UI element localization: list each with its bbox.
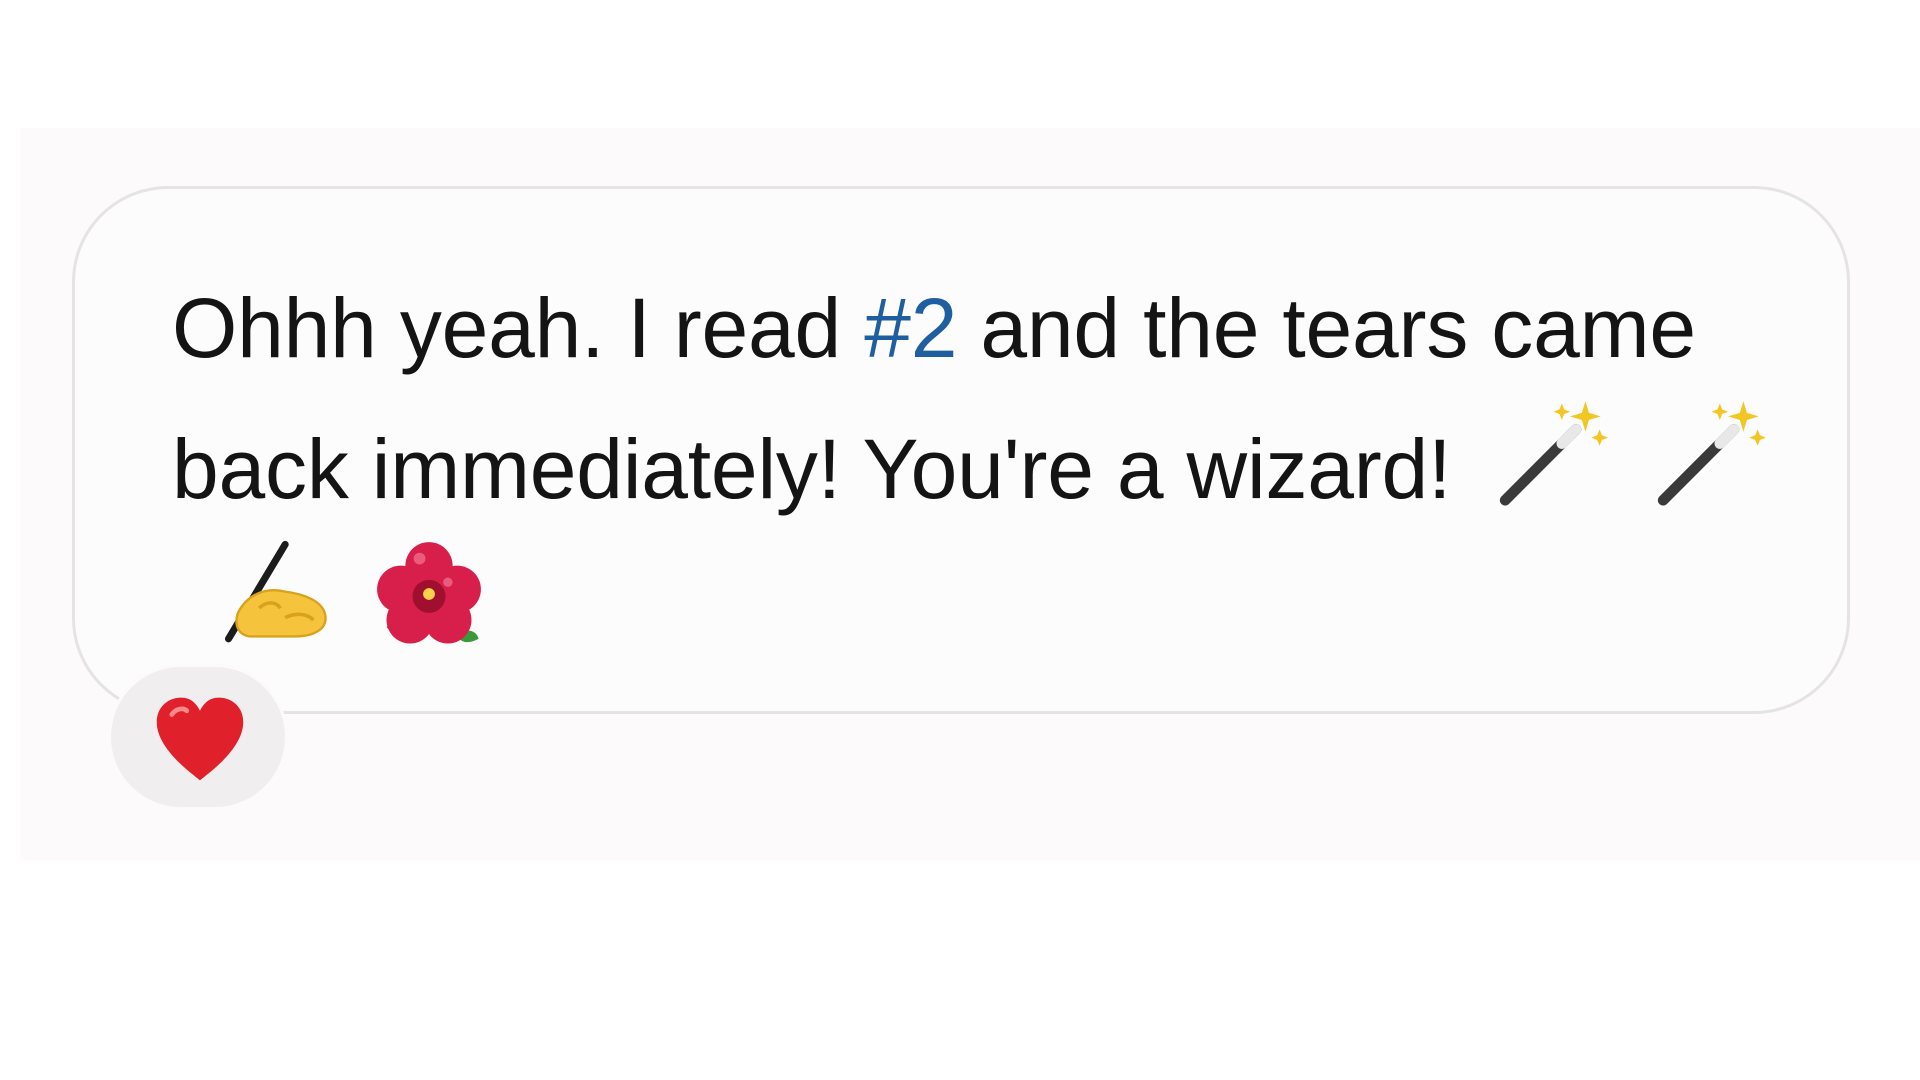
magic-wand-icon <box>1649 394 1767 512</box>
magic-wand-icon <box>1491 394 1609 512</box>
red-heart-icon <box>156 697 244 781</box>
hashtag-link[interactable]: #2 <box>864 281 957 375</box>
hibiscus-icon <box>370 535 488 653</box>
message-text: Ohhh yeah. I read #2 and the tears came … <box>172 262 1792 676</box>
screen: Ohhh yeah. I read #2 and the tears came … <box>0 0 1920 1080</box>
reaction-badge[interactable] <box>108 664 288 810</box>
message-text-start: Ohhh yeah. I read <box>172 281 865 375</box>
writing-hand-icon <box>212 535 330 653</box>
